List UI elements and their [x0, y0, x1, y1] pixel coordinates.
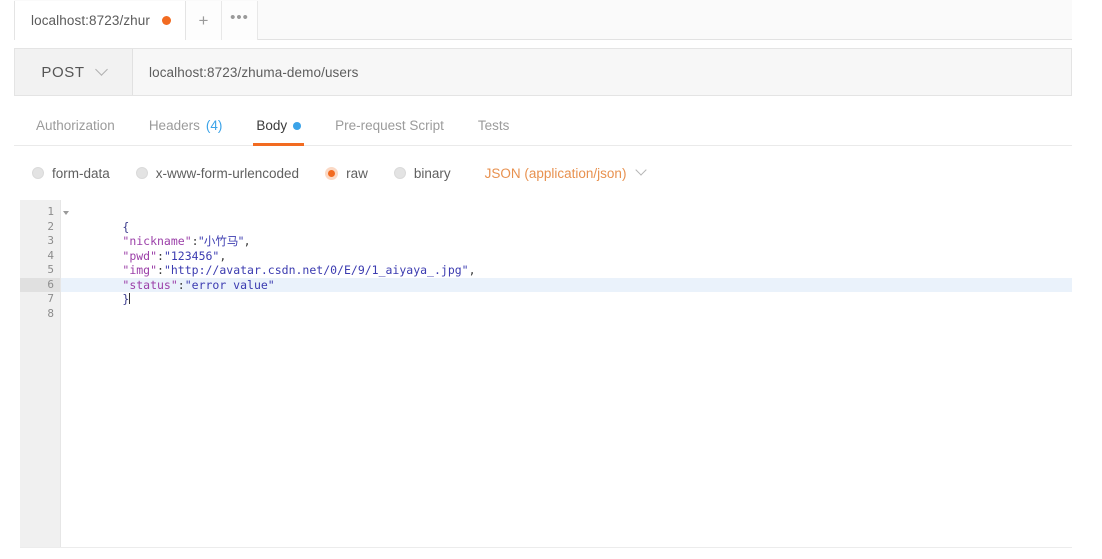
line-number: 7: [47, 292, 54, 305]
plus-icon: +: [198, 11, 209, 30]
radio-icon: [135, 167, 148, 179]
json-value: "http://avatar.csdn.net/0/E/9/1_aiyaya_.…: [163, 263, 469, 277]
tab-tests-label: Tests: [477, 118, 510, 133]
tab-options-button[interactable]: •••: [221, 1, 258, 40]
tab-authorization[interactable]: Authorization: [19, 106, 132, 146]
url-text: localhost:8723/zhuma-demo/users: [149, 64, 359, 80]
radio-selected-icon: [325, 166, 339, 180]
body-type-form-data-label: form-data: [52, 165, 110, 181]
body-type-urlencoded-label: x-www-form-urlencoded: [155, 165, 300, 181]
json-value: "123456": [163, 248, 220, 263]
tab-pre-request-script-label: Pre-request Script: [335, 118, 444, 133]
code-open-brace: {: [122, 219, 130, 234]
tab-body-label: Body: [256, 118, 288, 133]
method-label: POST: [41, 63, 85, 81]
code-line: {: [61, 205, 1072, 234]
json-key: "status": [122, 277, 178, 292]
json-colon: :: [157, 248, 164, 263]
json-key: "pwd": [122, 248, 158, 263]
code-line: "nickname":"小竹马",: [61, 220, 1072, 248]
radio-icon: [393, 167, 406, 179]
request-tab-strip: localhost:8723/zhur + •••: [14, 0, 1072, 40]
url-input[interactable]: localhost:8723/zhuma-demo/users: [133, 49, 1071, 95]
tab-headers[interactable]: Headers (4): [132, 106, 240, 146]
body-type-form-data[interactable]: form-data: [32, 166, 110, 181]
json-colon: :: [191, 234, 199, 248]
body-type-urlencoded[interactable]: x-www-form-urlencoded: [135, 165, 300, 181]
line-number-gutter: 1 2 3 4 5 6 7 8: [20, 200, 69, 547]
line-number: 1: [20, 205, 69, 220]
ellipsis-icon: •••: [230, 9, 249, 26]
json-comma: ,: [243, 234, 251, 248]
body-type-raw-label: raw: [346, 165, 368, 181]
chevron-down-icon: [635, 164, 648, 176]
code-content[interactable]: { "nickname":"小竹马", "pwd":"123456", "img…: [61, 200, 1072, 547]
content-type-select[interactable]: JSON (application/json): [484, 164, 648, 181]
json-key: "img": [122, 263, 158, 277]
new-tab-button[interactable]: +: [185, 1, 222, 40]
body-type-raw[interactable]: raw: [325, 166, 368, 181]
json-value: "小竹马": [198, 234, 244, 248]
json-comma: ,: [468, 263, 476, 277]
tab-tests[interactable]: Tests: [461, 106, 527, 146]
request-section-tabs: Authorization Headers (4) Body Pre-reque…: [14, 106, 1072, 146]
tab-authorization-label: Authorization: [36, 118, 115, 133]
tab-headers-label: Headers: [148, 118, 200, 133]
line-number: 4: [47, 248, 54, 262]
request-tab-active[interactable]: localhost:8723/zhur: [14, 1, 186, 40]
body-type-row: form-data x-www-form-urlencoded raw bina…: [14, 152, 1072, 194]
line-number: 3: [47, 234, 54, 247]
chevron-down-icon: [94, 62, 108, 76]
line-number: 5: [47, 263, 54, 276]
radio-icon: [32, 167, 44, 179]
postman-request-builder: localhost:8723/zhur + ••• POST localhost…: [0, 0, 1102, 559]
json-key: "nickname": [122, 234, 192, 248]
json-value: "error value": [184, 277, 275, 292]
method-selector[interactable]: POST: [15, 49, 133, 95]
body-type-binary[interactable]: binary: [393, 165, 451, 181]
unsaved-dot-icon: [161, 16, 171, 25]
raw-body-editor[interactable]: 1 2 3 4 5 6 7 8 { "nickname":"小竹马", "pwd…: [20, 200, 1072, 548]
line-number: 2: [47, 219, 54, 233]
line-number-active: 6: [20, 277, 60, 292]
json-colon: :: [177, 277, 185, 292]
content-type-label: JSON (application/json): [484, 165, 627, 181]
json-colon: :: [157, 263, 164, 277]
line-number: 8: [47, 306, 54, 320]
body-type-binary-label: binary: [413, 165, 451, 181]
request-tab-label: localhost:8723/zhur: [31, 13, 150, 28]
url-bar: POST localhost:8723/zhuma-demo/users: [14, 48, 1072, 96]
body-modified-dot-icon: [293, 121, 302, 130]
tab-headers-count: (4): [205, 118, 223, 133]
code-close-brace: }: [122, 292, 130, 306]
json-comma: ,: [219, 248, 227, 263]
tab-body[interactable]: Body: [239, 106, 318, 146]
tab-pre-request-script[interactable]: Pre-request Script: [318, 106, 461, 146]
text-caret: [129, 293, 131, 304]
